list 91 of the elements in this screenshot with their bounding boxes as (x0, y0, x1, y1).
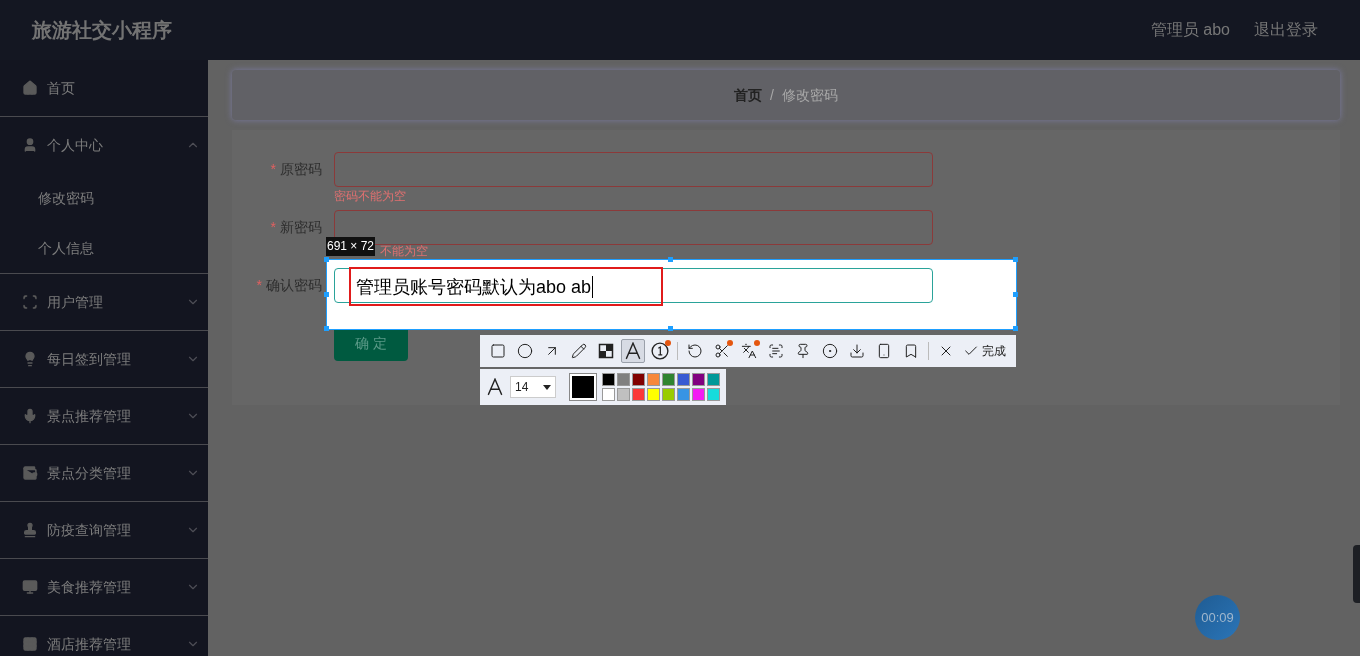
required-mark: * (270, 219, 276, 235)
color-swatch[interactable] (647, 388, 660, 401)
color-swatch[interactable] (677, 373, 690, 386)
phone-icon (876, 343, 892, 359)
resize-handle[interactable] (668, 257, 673, 262)
resize-handle[interactable] (1013, 292, 1018, 297)
text-scan-icon (768, 343, 784, 359)
breadcrumb-separator: / (770, 85, 774, 105)
pencil-icon (571, 343, 587, 359)
color-swatch[interactable] (617, 388, 630, 401)
size-label: 691 × 72 (326, 237, 376, 256)
timer-bubble[interactable]: 00:09 (1195, 595, 1240, 640)
error-text: 不能为空 (380, 245, 428, 257)
breadcrumb-home[interactable]: 首页 (734, 84, 763, 106)
color-swatch[interactable] (692, 388, 705, 401)
capture-selection[interactable]: 管理员账号密码默认为abo ab (326, 259, 1017, 330)
menu-icon (22, 80, 38, 96)
menu-icon (22, 137, 38, 153)
menu-icon (22, 579, 38, 595)
record-icon (822, 343, 838, 359)
resize-handle[interactable] (1013, 257, 1018, 262)
sidebar-item[interactable]: 个人中心 (0, 117, 208, 173)
done-button[interactable]: 完成 (963, 342, 1006, 360)
sidebar-item[interactable]: 景点分类管理 (0, 445, 208, 501)
text-tool-icon (624, 342, 642, 360)
color-swatch[interactable] (707, 373, 720, 386)
bookmark-icon (903, 343, 919, 359)
numbered-marker-icon (651, 342, 669, 360)
circle-icon (517, 343, 533, 359)
color-swatch[interactable] (662, 388, 675, 401)
menu-label: 用户管理 (47, 292, 104, 312)
sidebar-item[interactable]: 防疫查询管理 (0, 502, 208, 558)
text-tool[interactable] (621, 339, 645, 363)
rectangle-icon (490, 343, 506, 359)
color-swatch[interactable] (602, 388, 615, 401)
menu-icon (22, 636, 38, 652)
sidebar-item[interactable]: 首页 (0, 60, 208, 116)
error-text: 密码不能为空 (334, 190, 406, 202)
sidebar-item[interactable]: 用户管理 (0, 274, 208, 330)
side-widget (1353, 545, 1360, 603)
font-icon (486, 378, 504, 396)
menu-label: 景点推荐管理 (47, 406, 132, 426)
menu-label: 酒店推荐管理 (47, 634, 132, 654)
resize-handle[interactable] (668, 326, 673, 331)
breadcrumb-current: 修改密码 (781, 85, 838, 105)
color-swatch[interactable] (632, 373, 645, 386)
password-field[interactable] (334, 152, 933, 187)
sidebar-item[interactable]: 美食推荐管理 (0, 559, 208, 615)
sidebar-item[interactable]: 每日签到管理 (0, 331, 208, 387)
menu-icon (22, 522, 38, 538)
menu-label: 每日签到管理 (47, 349, 132, 369)
menu-icon (22, 465, 38, 481)
color-swatch[interactable] (692, 373, 705, 386)
color-swatch[interactable] (632, 388, 645, 401)
font-size-select[interactable]: 14 (510, 376, 556, 398)
current-color-swatch[interactable] (570, 374, 596, 400)
pin-icon (795, 343, 811, 359)
color-swatch[interactable] (677, 388, 690, 401)
download-icon (849, 343, 865, 359)
input-field[interactable]: 管理员账号密码默认为abo ab (334, 268, 933, 303)
undo-icon (687, 343, 703, 359)
submenu-item[interactable]: 修改密码 (0, 173, 208, 223)
color-swatch[interactable] (707, 388, 720, 401)
resize-handle[interactable] (324, 292, 329, 297)
menu-icon (22, 351, 38, 367)
required-mark: * (270, 161, 276, 177)
menu-icon (22, 294, 38, 310)
resize-handle[interactable] (324, 257, 329, 262)
menu-label: 首页 (47, 78, 76, 98)
color-swatch[interactable] (602, 373, 615, 386)
menu-label: 防疫查询管理 (47, 520, 132, 540)
resize-handle[interactable] (1013, 326, 1018, 331)
menu-label: 景点分类管理 (47, 463, 132, 483)
menu-icon (22, 408, 38, 424)
color-swatch[interactable] (662, 373, 675, 386)
scissors-icon (714, 343, 730, 359)
mosaic-icon (598, 343, 614, 359)
app-title: 旅游社交小程序 (32, 18, 173, 43)
text-annotation[interactable]: 管理员账号密码默认为abo ab (349, 267, 663, 306)
translate-icon (741, 343, 757, 359)
submenu-item[interactable]: 个人信息 (0, 223, 208, 273)
logout-link[interactable]: 退出登录 (1254, 18, 1318, 42)
color-swatch[interactable] (647, 373, 660, 386)
admin-name: 管理员 abo (1150, 20, 1230, 40)
sidebar-item[interactable]: 酒店推荐管理 (0, 616, 208, 656)
menu-label: 个人中心 (47, 135, 104, 155)
color-swatch[interactable] (617, 373, 630, 386)
menu-label: 美食推荐管理 (47, 577, 132, 597)
resize-handle[interactable] (324, 326, 329, 331)
required-mark: * (256, 277, 262, 293)
sidebar-item[interactable]: 景点推荐管理 (0, 388, 208, 444)
